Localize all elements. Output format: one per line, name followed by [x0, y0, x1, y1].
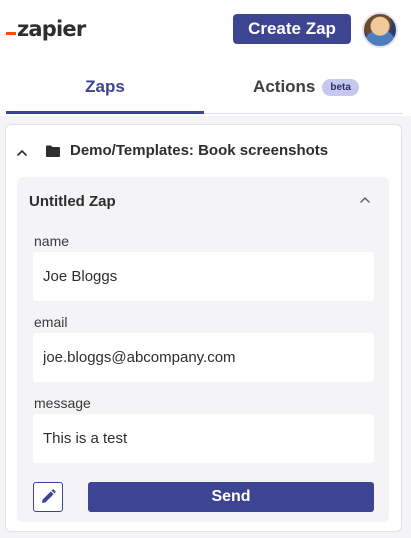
folder-title[interactable]: Demo/Templates: Book screenshots: [70, 142, 328, 159]
tab-zaps[interactable]: Zaps: [6, 58, 204, 116]
chevron-up-icon[interactable]: [16, 147, 28, 159]
user-avatar[interactable]: [362, 12, 398, 48]
edit-button[interactable]: [33, 482, 63, 512]
logo-dash-icon: [6, 31, 16, 35]
tab-actions-label: Actions: [253, 77, 316, 96]
folder-icon: [46, 145, 60, 157]
create-zap-button[interactable]: Create Zap: [233, 14, 351, 44]
name-label: name: [34, 233, 70, 249]
chevron-up-icon[interactable]: [359, 195, 371, 205]
beta-badge: beta: [322, 78, 359, 96]
email-label: email: [34, 314, 68, 330]
tab-actions[interactable]: Actions beta: [207, 58, 405, 116]
name-field[interactable]: [33, 252, 374, 301]
email-field[interactable]: [33, 333, 374, 382]
zapier-logo: zapier: [6, 14, 86, 44]
logo-text: zapier: [17, 17, 86, 41]
tab-bar: Zaps Actions beta: [0, 58, 411, 116]
app-header: zapier Create Zap: [0, 0, 411, 58]
tab-zaps-label: Zaps: [85, 77, 125, 96]
pencil-icon: [42, 489, 56, 503]
message-label: message: [34, 395, 91, 411]
message-field[interactable]: [33, 414, 374, 463]
send-button[interactable]: Send: [88, 482, 374, 512]
zap-title[interactable]: Untitled Zap: [29, 193, 116, 210]
active-tab-indicator: [6, 111, 204, 114]
tab-divider: [204, 113, 403, 114]
